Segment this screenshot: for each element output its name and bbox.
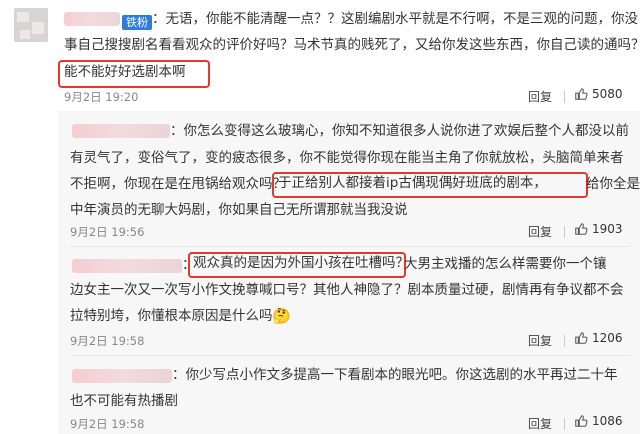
reply-text-line3b: 给你全是搭 bbox=[586, 176, 640, 192]
reply-username-blurred[interactable] bbox=[72, 369, 172, 383]
reply-text-line2: 也不可能有热播剧 bbox=[70, 393, 178, 409]
like-button[interactable]: 1206 bbox=[574, 331, 623, 345]
comment-text-line1: ：无语，你能不能清醒一点？？这剧编剧水平就是不行啊，不是三观的问题，你没 bbox=[152, 11, 638, 27]
reply-button[interactable]: 回复 bbox=[528, 88, 552, 105]
reply-text-line3: 拉特别垮，你懂根本原因是什么吗 bbox=[70, 308, 273, 324]
reply-button[interactable]: 回复 bbox=[528, 223, 552, 240]
reply-text-line2: 边女主一次又一次写小作文挽尊喊口号？其他人神隐了？剧本质量过硬，剧情再有争议都不… bbox=[70, 282, 624, 298]
comment-highlight-text: 能不能好好选剧本啊 bbox=[64, 64, 186, 80]
reply-text-line1: ：你怎么变得这么玻璃心，你知不知道很多人说你进了欢娱后整个人都没以前 bbox=[170, 123, 629, 139]
avatar[interactable] bbox=[14, 8, 48, 42]
username-blurred[interactable] bbox=[64, 12, 120, 26]
comment-text-line2: 事自己搜搜剧名看看观众的评价好吗？马术节真的贱死了，又给你发这些东西，你自己读的… bbox=[64, 37, 640, 53]
reply-text-line1: ：你少写点小作文多提高一下看剧本的眼光吧。你这选剧的水平再过二十年 bbox=[172, 367, 618, 383]
like-button[interactable]: 1903 bbox=[574, 222, 623, 236]
reply-text-line2: 有灵气了，变俗气了，变的疲态很多，你不能觉得你现在能当主角了你就放松，头脑简单来… bbox=[70, 150, 624, 166]
reply-timestamp: 9月2日 19:58 bbox=[70, 334, 145, 348]
like-button[interactable]: 1086 bbox=[574, 414, 623, 428]
reply-timestamp: 9月2日 19:56 bbox=[70, 225, 145, 239]
fan-badge: 铁粉 bbox=[122, 15, 152, 30]
thumbs-up-icon bbox=[575, 332, 588, 344]
comment-timestamp: 9月2日 19:20 bbox=[64, 90, 139, 104]
reply-highlight-text: 于正给别人都接着ip古偶现偶好班底的剧本， bbox=[278, 175, 547, 191]
thumbs-up-icon bbox=[575, 88, 588, 100]
thumbs-up-icon bbox=[575, 223, 588, 235]
reply-username-blurred[interactable] bbox=[72, 124, 170, 138]
thumbs-up-icon bbox=[575, 415, 588, 427]
reply-username-blurred[interactable] bbox=[72, 259, 182, 273]
reply-timestamp: 9月2日 19:58 bbox=[70, 417, 145, 431]
reply-highlight-text: 观众真的是因为外国小孩在吐槽吗？ bbox=[193, 255, 409, 271]
reply-text-line4: 中年演员的无聊大妈剧，你如果自己无所谓那就当我没说 bbox=[70, 202, 408, 218]
reply-button[interactable]: 回复 bbox=[528, 415, 552, 432]
thinking-emoji-icon: 🤔 bbox=[272, 307, 291, 325]
like-button[interactable]: 5080 bbox=[574, 87, 623, 101]
reply-button[interactable]: 回复 bbox=[528, 332, 552, 349]
reply-text-line3a: 不拒啊，你现在是在甩锅给观众吗？ bbox=[70, 176, 286, 192]
reply-text-line1b: 大男主戏播的怎么样需要你一个镶 bbox=[404, 256, 607, 272]
